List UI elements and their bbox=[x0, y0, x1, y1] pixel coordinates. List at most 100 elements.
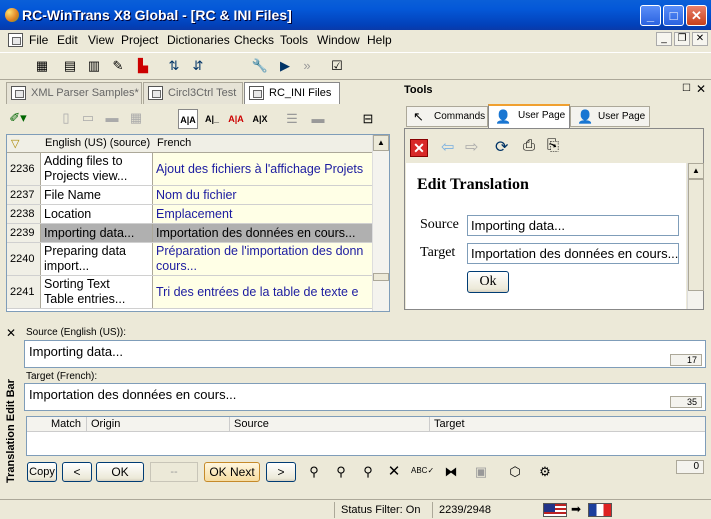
print-icon[interactable]: ⎙ bbox=[523, 137, 535, 154]
match-list[interactable]: Match Origin Source Target bbox=[26, 416, 706, 456]
align-arrows-icon[interactable]: ⇅ bbox=[164, 56, 184, 76]
source-text-box[interactable]: Importing data... bbox=[24, 340, 706, 368]
menu-help[interactable]: Help bbox=[367, 33, 392, 47]
folder-icon[interactable]: ▬ bbox=[102, 108, 122, 128]
menu-checks[interactable]: Checks bbox=[234, 33, 274, 47]
menu-tools[interactable]: Tools bbox=[280, 33, 308, 47]
page-icon[interactable]: ▯ bbox=[56, 108, 76, 128]
case-a-red-icon[interactable]: A|A bbox=[226, 109, 246, 129]
case-aa-icon[interactable]: A|A bbox=[178, 109, 198, 129]
row-target[interactable]: Nom du fichier bbox=[153, 186, 373, 204]
page-edit-icon[interactable]: ▭ bbox=[78, 108, 98, 128]
document-yellow-icon[interactable]: ▥ bbox=[84, 56, 104, 76]
mdi-close-button[interactable]: ✕ bbox=[692, 32, 708, 46]
dictionary-edit-icon[interactable]: ⚲ bbox=[359, 463, 377, 481]
row-target[interactable]: Préparation de l'importation des donn co… bbox=[153, 243, 373, 275]
list-icon[interactable]: ☰ bbox=[282, 109, 302, 129]
panel-close-icon[interactable]: ✕ bbox=[696, 82, 706, 96]
bar-chart-icon[interactable]: ▙ bbox=[133, 56, 153, 76]
table-row[interactable]: 2237 File Name Nom du fichier bbox=[7, 186, 373, 205]
pin-icon[interactable]: ☐ bbox=[682, 83, 691, 94]
menu-dictionaries[interactable]: Dictionaries bbox=[167, 33, 230, 47]
mdi-restore-button[interactable]: ❐ bbox=[674, 32, 690, 46]
clear-x-icon[interactable]: ✕ bbox=[385, 463, 403, 481]
tab-commands[interactable]: ↖ Commands bbox=[406, 106, 488, 127]
play-icon[interactable]: ▶ bbox=[275, 56, 295, 76]
scroll-up-icon[interactable]: ▲ bbox=[688, 163, 704, 179]
edit-bar-close-icon[interactable]: ✕ bbox=[6, 326, 16, 340]
copy-button[interactable]: Copy bbox=[27, 462, 57, 482]
case-ax-icon[interactable]: A|X bbox=[250, 109, 270, 129]
tab-rc-ini-files[interactable]: RC_INI Files bbox=[244, 82, 340, 104]
close-button[interactable]: ✕ bbox=[686, 5, 707, 26]
case-a-minus-icon[interactable]: A|_ bbox=[202, 109, 222, 129]
menu-edit[interactable]: Edit bbox=[57, 33, 78, 47]
scroll-thumb[interactable] bbox=[373, 273, 389, 281]
disabled-tool-icon[interactable]: ▣ bbox=[472, 463, 490, 481]
edit-pencil-icon[interactable]: ✎ bbox=[108, 56, 128, 76]
tab-user-page-1[interactable]: 👤 User Page I bbox=[488, 104, 570, 140]
menu-file[interactable]: File bbox=[29, 33, 48, 47]
grid-scrollbar[interactable]: ▲ bbox=[372, 135, 389, 311]
maximize-button[interactable]: □ bbox=[663, 5, 684, 26]
align-arrows-alt-icon[interactable]: ⇵ bbox=[188, 56, 208, 76]
row-target[interactable]: Emplacement bbox=[153, 205, 373, 223]
form-scrollbar[interactable]: ▲ bbox=[687, 163, 704, 309]
menu-view[interactable]: View bbox=[88, 33, 114, 47]
target-text-box[interactable]: Importation des données en cours... bbox=[24, 383, 706, 411]
table-row[interactable]: 2236 Adding files to Projects view... Aj… bbox=[7, 153, 373, 186]
scroll-up-icon[interactable]: ▲ bbox=[373, 135, 389, 151]
minimize-button[interactable]: _ bbox=[640, 5, 661, 26]
scroll-thumb[interactable] bbox=[688, 179, 704, 291]
table-row-selected[interactable]: 2239 Importing data... Importation des d… bbox=[7, 224, 373, 243]
row-target[interactable]: Tri des entrées de la table de texte e bbox=[153, 276, 373, 308]
menu-window[interactable]: Window bbox=[317, 33, 360, 47]
project-icon[interactable]: ▦ bbox=[32, 56, 52, 76]
ok-next-button[interactable]: OK Next bbox=[204, 462, 260, 482]
cube-icon[interactable]: ⬡ bbox=[506, 463, 524, 481]
menu-project[interactable]: Project bbox=[121, 33, 158, 47]
dictionary-lookup-icon[interactable]: ⚲ bbox=[305, 463, 323, 481]
pencil-dropdown-icon[interactable]: ✐▾ bbox=[8, 108, 28, 128]
tab-circl3ctrl-test[interactable]: Circl3Ctrl Test bbox=[143, 82, 243, 104]
print-preview-icon[interactable]: ⎘ bbox=[547, 137, 559, 154]
next-button[interactable]: > bbox=[266, 462, 296, 482]
table-row[interactable]: 2240 Preparing data import... Préparatio… bbox=[7, 243, 373, 276]
layout-icon[interactable]: ⊟ bbox=[358, 109, 378, 129]
column-header-source[interactable]: English (US) (source) bbox=[45, 137, 150, 149]
table-row[interactable]: 2241 Sorting Text Table entries... Tri d… bbox=[7, 276, 373, 309]
filter-triangle-icon[interactable]: ▽ bbox=[11, 137, 19, 150]
target-field[interactable]: Importation des données en cours... bbox=[467, 243, 679, 264]
split-icon[interactable]: ⧓ bbox=[442, 463, 460, 481]
lines-icon[interactable]: ▬ bbox=[308, 109, 328, 129]
column-header-target[interactable]: French bbox=[157, 137, 191, 149]
previous-button[interactable]: < bbox=[62, 462, 92, 482]
fast-forward-icon[interactable]: » bbox=[297, 56, 317, 76]
document-icon[interactable] bbox=[8, 33, 23, 47]
arrow-left-icon[interactable]: ⇦ bbox=[441, 137, 454, 157]
tab-user-page-2[interactable]: 👤 User Page II bbox=[570, 106, 650, 141]
app-icon[interactable] bbox=[5, 8, 19, 22]
arrow-right-icon[interactable]: ⇨ bbox=[465, 137, 478, 157]
document-list-icon[interactable]: ▤ bbox=[60, 56, 80, 76]
col-origin[interactable]: Origin bbox=[87, 417, 230, 432]
properties-icon[interactable]: ⚙ bbox=[536, 463, 554, 481]
col-source[interactable]: Source bbox=[230, 417, 430, 432]
table-icon[interactable]: ▦ bbox=[126, 108, 146, 128]
row-target[interactable]: Ajout des fichiers à l'affichage Projets bbox=[153, 153, 373, 185]
ok-translation-button[interactable]: OK bbox=[96, 462, 144, 482]
spell-check-icon[interactable]: ABC✓ bbox=[411, 462, 434, 480]
delete-icon[interactable]: ✕ bbox=[410, 139, 428, 157]
col-target[interactable]: Target bbox=[430, 417, 705, 432]
tab-xml-parser-samples[interactable]: XML Parser Samples* bbox=[6, 82, 142, 104]
wrench-icon[interactable]: 🔧 bbox=[250, 56, 270, 76]
dash-button[interactable]: -- bbox=[150, 462, 198, 482]
col-match[interactable]: Match bbox=[47, 417, 87, 432]
source-field[interactable]: Importing data... bbox=[467, 215, 679, 236]
check-document-icon[interactable]: ☑ bbox=[327, 56, 347, 76]
table-row[interactable]: 2238 Location Emplacement bbox=[7, 205, 373, 224]
refresh-icon[interactable]: ⟳ bbox=[495, 137, 508, 157]
mdi-minimize-button[interactable]: _ bbox=[656, 32, 672, 46]
ok-button[interactable]: Ok bbox=[467, 271, 509, 293]
row-target[interactable]: Importation des données en cours... bbox=[153, 224, 373, 242]
